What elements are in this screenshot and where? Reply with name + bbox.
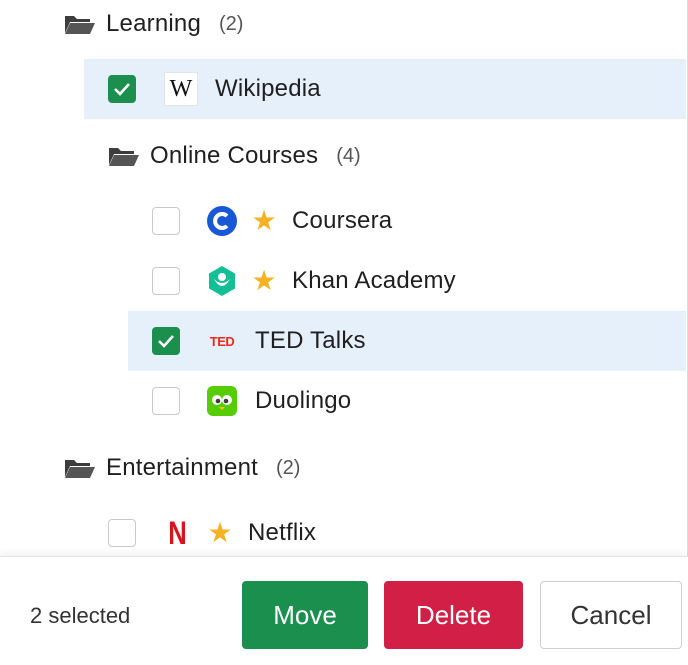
ted-logo-icon: TED	[209, 333, 235, 349]
folder-label: Online Courses	[150, 142, 319, 169]
khan-academy-logo-icon	[206, 265, 238, 297]
folder-count: (4)	[336, 144, 361, 167]
netflix-logo-icon: N	[168, 514, 188, 551]
folder-count: (2)	[276, 456, 301, 479]
checkbox[interactable]	[108, 519, 136, 547]
checkbox-checked[interactable]	[152, 327, 180, 355]
bookmark-label: TED Talks	[255, 327, 366, 354]
favorite-star-icon[interactable]: ★	[249, 267, 279, 295]
bookmark-coursera[interactable]: ★ Coursera	[0, 191, 686, 251]
move-button[interactable]: Move	[242, 581, 368, 649]
delete-button[interactable]: Delete	[384, 581, 523, 649]
bookmark-label: Duolingo	[255, 387, 352, 414]
bookmark-label: Wikipedia	[215, 75, 321, 102]
bookmark-label: Netflix	[248, 519, 317, 546]
folder-count: (2)	[219, 12, 244, 35]
duolingo-logo-icon	[206, 385, 238, 417]
bookmark-duolingo[interactable]: Duolingo	[0, 371, 686, 431]
checkbox[interactable]	[152, 267, 180, 295]
selected-count-text: 2 selected	[30, 603, 131, 628]
favorite-star-icon[interactable]: ★	[249, 207, 279, 235]
folder-icon	[108, 145, 140, 167]
folder-icon	[64, 457, 96, 479]
bookmark-khan-academy[interactable]: ★ Khan Academy	[0, 251, 686, 311]
coursera-logo-icon	[206, 205, 238, 237]
bookmark-ted-talks[interactable]: TED TED Talks	[128, 311, 686, 371]
bookmark-label: Khan Academy	[292, 267, 456, 294]
favorite-star-icon[interactable]: ★	[205, 519, 235, 547]
bookmark-wikipedia[interactable]: W Wikipedia	[84, 59, 686, 119]
action-footer: 2 selected Move Delete Cancel	[0, 556, 688, 665]
checkbox-checked[interactable]	[108, 75, 136, 103]
folder-entertainment[interactable]: Entertainment (2)	[0, 446, 686, 490]
checkbox[interactable]	[152, 387, 180, 415]
folder-icon	[64, 13, 96, 35]
bookmark-netflix[interactable]: N ★ Netflix	[0, 503, 686, 563]
folder-online-courses[interactable]: Online Courses (4)	[0, 134, 686, 178]
checkbox[interactable]	[152, 207, 180, 235]
wikipedia-logo-icon: W	[164, 72, 198, 106]
bookmark-manager-panel: Learning (2) W Wikipedia Online Courses …	[0, 0, 688, 665]
folder-learning[interactable]: Learning (2)	[0, 2, 686, 46]
folder-label: Learning	[106, 10, 202, 37]
folder-label: Entertainment	[106, 454, 259, 481]
bookmark-label: Coursera	[292, 207, 393, 234]
cancel-button[interactable]: Cancel	[540, 581, 682, 649]
